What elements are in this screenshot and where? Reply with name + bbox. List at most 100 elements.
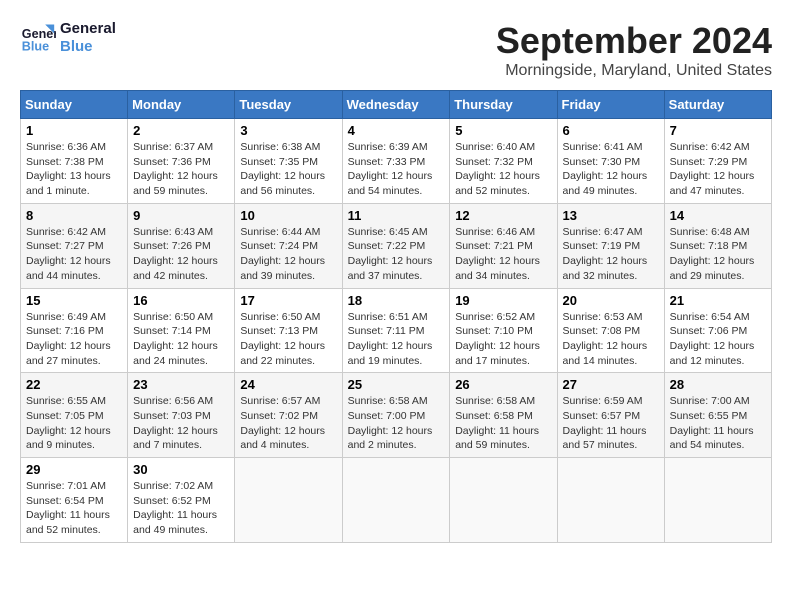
day-number: 12	[455, 208, 551, 223]
day-number: 22	[26, 377, 122, 392]
calendar-cell: 21Sunrise: 6:54 AM Sunset: 7:06 PM Dayli…	[664, 288, 771, 373]
day-info: Sunrise: 6:39 AM Sunset: 7:33 PM Dayligh…	[348, 140, 445, 199]
header-saturday: Saturday	[664, 91, 771, 119]
week-row-2: 8 Sunrise: 6:42 AM Sunset: 7:27 PM Daylig…	[21, 203, 772, 288]
day-number: 28	[670, 377, 766, 392]
day-info: Sunrise: 6:42 AM Sunset: 7:29 PM Dayligh…	[670, 140, 766, 199]
day-number: 20	[563, 293, 659, 308]
day-number: 1	[26, 123, 122, 138]
day-number: 3	[240, 123, 336, 138]
day-info: Sunrise: 6:44 AM Sunset: 7:24 PM Dayligh…	[240, 225, 336, 284]
day-number: 30	[133, 462, 229, 477]
day-info: Sunrise: 6:46 AM Sunset: 7:21 PM Dayligh…	[455, 225, 551, 284]
day-info: Sunrise: 6:52 AM Sunset: 7:10 PM Dayligh…	[455, 310, 551, 369]
week-row-1: 1 Sunrise: 6:36 AM Sunset: 7:38 PM Daylig…	[21, 119, 772, 204]
svg-text:Blue: Blue	[22, 40, 49, 54]
day-number: 4	[348, 123, 445, 138]
day-number: 18	[348, 293, 445, 308]
title-area: September 2024 Morningside, Maryland, Un…	[496, 20, 772, 80]
day-info: Sunrise: 6:42 AM Sunset: 7:27 PM Dayligh…	[26, 225, 122, 284]
calendar-cell: 8 Sunrise: 6:42 AM Sunset: 7:27 PM Daylig…	[21, 203, 128, 288]
calendar-cell	[557, 458, 664, 543]
week-row-3: 15 Sunrise: 6:49 AM Sunset: 7:16 PM Dayli…	[21, 288, 772, 373]
calendar-cell	[450, 458, 557, 543]
day-info: Sunrise: 6:56 AM Sunset: 7:03 PM Dayligh…	[133, 394, 229, 453]
week-row-5: 29 Sunrise: 7:01 AM Sunset: 6:54 PM Dayli…	[21, 458, 772, 543]
day-number: 23	[133, 377, 229, 392]
day-info: Sunrise: 6:38 AM Sunset: 7:35 PM Dayligh…	[240, 140, 336, 199]
day-info: Sunrise: 6:47 AM Sunset: 7:19 PM Dayligh…	[563, 225, 659, 284]
calendar-cell: 3 Sunrise: 6:38 AM Sunset: 7:35 PM Daylig…	[235, 119, 342, 204]
logo-general: General	[60, 20, 116, 38]
day-number: 8	[26, 208, 122, 223]
day-number: 5	[455, 123, 551, 138]
calendar-cell: 24 Sunrise: 6:57 AM Sunset: 7:02 PM Dayli…	[235, 373, 342, 458]
day-info: Sunrise: 6:45 AM Sunset: 7:22 PM Dayligh…	[348, 225, 445, 284]
day-info: Sunrise: 6:55 AM Sunset: 7:05 PM Dayligh…	[26, 394, 122, 453]
calendar-header-row: SundayMondayTuesdayWednesdayThursdayFrid…	[21, 91, 772, 119]
day-info: Sunrise: 6:48 AM Sunset: 7:18 PM Dayligh…	[670, 225, 766, 284]
calendar-cell	[235, 458, 342, 543]
header-sunday: Sunday	[21, 91, 128, 119]
calendar-cell: 12 Sunrise: 6:46 AM Sunset: 7:21 PM Dayli…	[450, 203, 557, 288]
day-info: Sunrise: 6:41 AM Sunset: 7:30 PM Dayligh…	[563, 140, 659, 199]
day-info: Sunrise: 7:00 AM Sunset: 6:55 PM Dayligh…	[670, 394, 766, 453]
calendar-cell: 1 Sunrise: 6:36 AM Sunset: 7:38 PM Daylig…	[21, 119, 128, 204]
calendar-table: SundayMondayTuesdayWednesdayThursdayFrid…	[20, 90, 772, 543]
calendar-cell: 23 Sunrise: 6:56 AM Sunset: 7:03 PM Dayli…	[128, 373, 235, 458]
week-row-4: 22 Sunrise: 6:55 AM Sunset: 7:05 PM Dayli…	[21, 373, 772, 458]
calendar-cell: 17 Sunrise: 6:50 AM Sunset: 7:13 PM Dayli…	[235, 288, 342, 373]
day-info: Sunrise: 6:53 AM Sunset: 7:08 PM Dayligh…	[563, 310, 659, 369]
day-number: 10	[240, 208, 336, 223]
day-info: Sunrise: 7:01 AM Sunset: 6:54 PM Dayligh…	[26, 479, 122, 538]
day-number: 16	[133, 293, 229, 308]
day-number: 14	[670, 208, 766, 223]
calendar-cell: 20 Sunrise: 6:53 AM Sunset: 7:08 PM Dayli…	[557, 288, 664, 373]
day-number: 25	[348, 377, 445, 392]
day-info: Sunrise: 6:49 AM Sunset: 7:16 PM Dayligh…	[26, 310, 122, 369]
calendar-cell: 15 Sunrise: 6:49 AM Sunset: 7:16 PM Dayli…	[21, 288, 128, 373]
calendar-cell: 25 Sunrise: 6:58 AM Sunset: 7:00 PM Dayli…	[342, 373, 450, 458]
calendar-cell: 28 Sunrise: 7:00 AM Sunset: 6:55 PM Dayli…	[664, 373, 771, 458]
day-info: Sunrise: 6:57 AM Sunset: 7:02 PM Dayligh…	[240, 394, 336, 453]
month-title: September 2024	[496, 20, 772, 62]
day-info: Sunrise: 6:43 AM Sunset: 7:26 PM Dayligh…	[133, 225, 229, 284]
calendar-cell: 10 Sunrise: 6:44 AM Sunset: 7:24 PM Dayli…	[235, 203, 342, 288]
calendar-cell: 2Sunrise: 6:37 AM Sunset: 7:36 PM Daylig…	[128, 119, 235, 204]
calendar-cell: 14 Sunrise: 6:48 AM Sunset: 7:18 PM Dayli…	[664, 203, 771, 288]
header-monday: Monday	[128, 91, 235, 119]
day-number: 26	[455, 377, 551, 392]
day-number: 13	[563, 208, 659, 223]
calendar-cell: 11Sunrise: 6:45 AM Sunset: 7:22 PM Dayli…	[342, 203, 450, 288]
day-info: Sunrise: 6:36 AM Sunset: 7:38 PM Dayligh…	[26, 140, 122, 199]
page-header: General Blue General Blue September 2024…	[20, 20, 772, 80]
day-number: 9	[133, 208, 229, 223]
calendar-cell: 16Sunrise: 6:50 AM Sunset: 7:14 PM Dayli…	[128, 288, 235, 373]
day-number: 17	[240, 293, 336, 308]
logo-icon: General Blue	[20, 20, 56, 56]
calendar-cell: 4 Sunrise: 6:39 AM Sunset: 7:33 PM Daylig…	[342, 119, 450, 204]
day-info: Sunrise: 6:50 AM Sunset: 7:13 PM Dayligh…	[240, 310, 336, 369]
day-info: Sunrise: 6:51 AM Sunset: 7:11 PM Dayligh…	[348, 310, 445, 369]
calendar-cell: 5 Sunrise: 6:40 AM Sunset: 7:32 PM Daylig…	[450, 119, 557, 204]
calendar-cell: 27Sunrise: 6:59 AM Sunset: 6:57 PM Dayli…	[557, 373, 664, 458]
day-number: 29	[26, 462, 122, 477]
day-number: 21	[670, 293, 766, 308]
day-number: 19	[455, 293, 551, 308]
header-thursday: Thursday	[450, 91, 557, 119]
logo-blue: Blue	[60, 38, 116, 56]
calendar-cell	[664, 458, 771, 543]
location-title: Morningside, Maryland, United States	[496, 62, 772, 80]
header-tuesday: Tuesday	[235, 91, 342, 119]
calendar-cell	[342, 458, 450, 543]
day-number: 6	[563, 123, 659, 138]
day-number: 24	[240, 377, 336, 392]
calendar-cell: 26Sunrise: 6:58 AM Sunset: 6:58 PM Dayli…	[450, 373, 557, 458]
day-number: 15	[26, 293, 122, 308]
calendar-cell: 29 Sunrise: 7:01 AM Sunset: 6:54 PM Dayli…	[21, 458, 128, 543]
calendar-cell: 22 Sunrise: 6:55 AM Sunset: 7:05 PM Dayli…	[21, 373, 128, 458]
day-number: 7	[670, 123, 766, 138]
day-info: Sunrise: 6:40 AM Sunset: 7:32 PM Dayligh…	[455, 140, 551, 199]
header-friday: Friday	[557, 91, 664, 119]
day-info: Sunrise: 6:58 AM Sunset: 7:00 PM Dayligh…	[348, 394, 445, 453]
